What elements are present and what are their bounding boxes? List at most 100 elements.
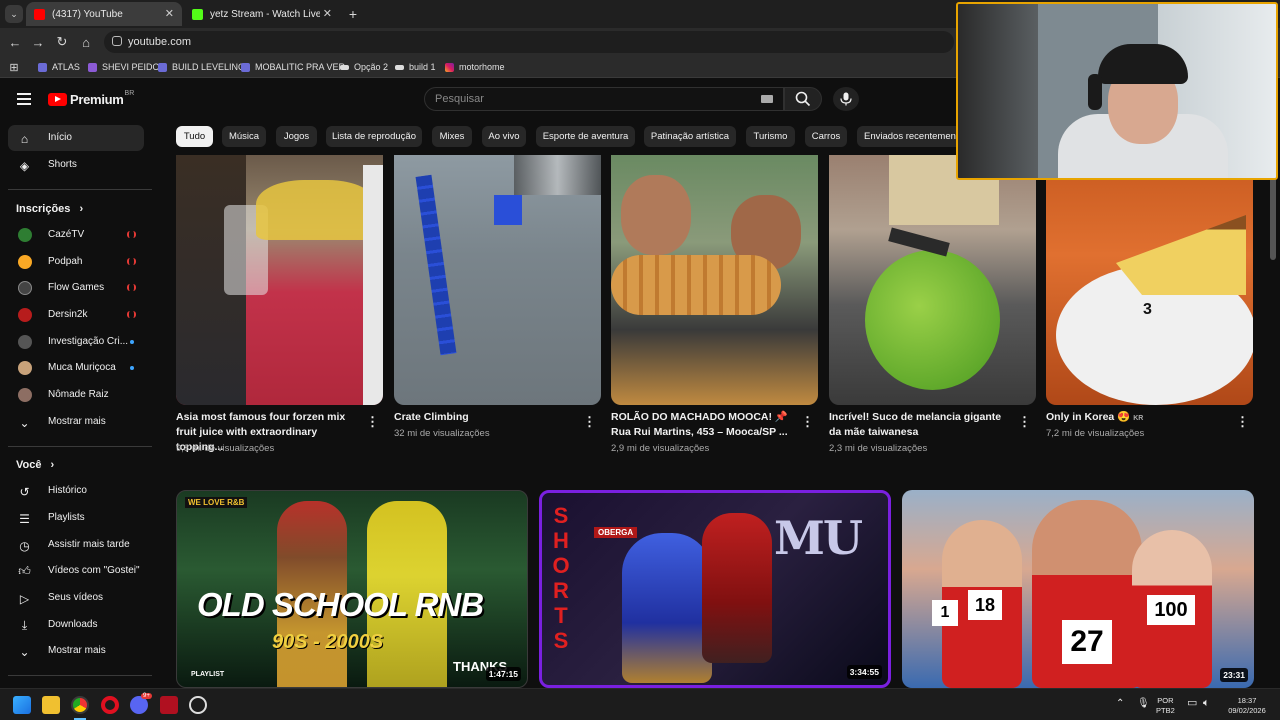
- search-input[interactable]: Pesquisar: [424, 87, 784, 111]
- chrome-icon[interactable]: [71, 696, 89, 714]
- sidebar-item-watch-later[interactable]: ◷ Assistir mais tarde: [8, 532, 144, 558]
- download-icon: ⤓: [21, 618, 28, 632]
- bookmark-mobalitic[interactable]: MOBALITIC PRA VER: [241, 59, 345, 75]
- thumbnail-lemons: [256, 180, 376, 240]
- more-options-icon[interactable]: ⋮: [801, 414, 814, 430]
- close-tab-icon[interactable]: ✕: [165, 7, 174, 20]
- close-tab-icon[interactable]: ✕: [323, 7, 332, 20]
- bookmark-shevi-peido[interactable]: SHEVI PEIDO: [88, 59, 160, 75]
- menu-icon[interactable]: [17, 93, 31, 105]
- short-thumbnail-4[interactable]: [829, 155, 1036, 405]
- tab-youtube[interactable]: (4317) YouTube ✕: [26, 2, 182, 26]
- bookmark-opcao-2[interactable]: Opção 2: [340, 59, 388, 75]
- sidebar-item-your-videos[interactable]: ▷ Seus vídeos: [8, 585, 144, 611]
- chip-patinacao-artistica[interactable]: Patinação artística: [644, 126, 736, 147]
- chip-esporte-aventura[interactable]: Esporte de aventura: [536, 126, 635, 147]
- url-field[interactable]: youtube.com: [104, 31, 954, 53]
- chevron-down-icon: ⌄: [19, 415, 30, 430]
- show-more-subscriptions[interactable]: ⌄ Mostrar mais: [8, 409, 144, 435]
- back-icon[interactable]: ←: [7, 34, 23, 50]
- subscriptions-heading[interactable]: Inscrições ›: [16, 203, 83, 215]
- bookmark-car-icon: [340, 64, 349, 70]
- bookmark-shield-icon: [38, 62, 47, 72]
- more-options-icon[interactable]: ⋮: [366, 414, 379, 430]
- chip-tudo[interactable]: Tudo: [176, 126, 213, 147]
- chip-turismo[interactable]: Turismo: [746, 126, 795, 147]
- you-heading[interactable]: Você ›: [16, 459, 54, 471]
- video-thumbnail-3[interactable]: 1 18 27 100 23:31: [902, 490, 1254, 688]
- tab-title: (4317) YouTube: [52, 8, 123, 20]
- site-info-icon[interactable]: [112, 36, 122, 46]
- apps-grid-icon[interactable]: ⊞: [6, 59, 22, 75]
- volume-icon[interactable]: 🔈︎: [1203, 698, 1210, 709]
- tray-chevron-icon[interactable]: ⌃: [1116, 699, 1124, 709]
- sidebar-item-history[interactable]: ↺ Histórico: [8, 478, 144, 504]
- search-button[interactable]: [784, 87, 822, 111]
- sidebar-item-playlists[interactable]: ☰ Playlists: [8, 505, 144, 531]
- thumbnail-crowd: [514, 155, 601, 195]
- sidebar-item-downloads[interactable]: ⤓ Downloads: [8, 612, 144, 638]
- video-thumbnail-1[interactable]: WE LOVE R&B OLD SCHOOL RNB 90S - 2000S P…: [176, 490, 528, 688]
- short-title[interactable]: Incrível! Suco de melancia gigante da mã…: [829, 410, 1011, 440]
- your-videos-icon: ▷: [19, 591, 30, 606]
- short-title[interactable]: Only in Korea 😍 KR: [1046, 410, 1186, 426]
- bookmark-build-leveling[interactable]: BUILD LEVELING: [158, 59, 245, 75]
- chip-jogos[interactable]: Jogos: [276, 126, 317, 147]
- subscription-cazetv[interactable]: CazéTV: [8, 222, 144, 248]
- tab-kick[interactable]: yetz Stream - Watch Live on Ki ✕: [184, 2, 340, 26]
- short-thumbnail-1[interactable]: [176, 155, 383, 405]
- clock[interactable]: 18:37 09/02/2026: [1224, 696, 1270, 716]
- sidebar-item-label: Início: [48, 132, 72, 143]
- short-thumbnail-3[interactable]: [611, 155, 818, 405]
- subscription-muca-muricoca[interactable]: Muca Muriçoca: [8, 355, 144, 381]
- thumbnail-knight-blue: [622, 533, 712, 683]
- thumbnail-bib: 18: [968, 590, 1002, 620]
- subscription-podpah[interactable]: Podpah: [8, 249, 144, 275]
- tab-list-icon[interactable]: ⌄: [5, 5, 23, 23]
- more-options-icon[interactable]: ⋮: [1236, 414, 1249, 430]
- subscription-investigacao[interactable]: Investigação Cri...: [8, 329, 144, 355]
- reload-icon[interactable]: ↻: [54, 34, 70, 50]
- forward-icon[interactable]: →: [30, 34, 46, 50]
- new-tab-button[interactable]: +: [345, 6, 361, 22]
- sidebar-item-shorts[interactable]: ◈ Shorts: [8, 152, 144, 178]
- settings-app-icon[interactable]: [189, 696, 207, 714]
- short-thumbnail-5[interactable]: 3: [1046, 155, 1253, 405]
- more-options-icon[interactable]: ⋮: [583, 414, 596, 430]
- home-icon[interactable]: ⌂: [78, 34, 94, 50]
- network-icon[interactable]: ▭: [1187, 698, 1197, 709]
- home-icon: ⌂: [20, 131, 29, 146]
- file-explorer-icon[interactable]: [42, 696, 60, 714]
- voice-search-button[interactable]: [833, 87, 859, 111]
- more-options-icon[interactable]: ⋮: [1018, 414, 1031, 430]
- chip-mixes[interactable]: Mixes: [432, 126, 472, 147]
- chip-carros[interactable]: Carros: [805, 126, 847, 147]
- youtube-premium-logo[interactable]: Premium BR: [48, 90, 134, 107]
- short-views: 32 mi de visualizações: [394, 428, 490, 439]
- media-app-icon[interactable]: [160, 696, 178, 714]
- keyboard-icon[interactable]: [761, 95, 773, 103]
- subscription-nomade-raiz[interactable]: Nômade Raiz: [8, 382, 144, 408]
- opera-icon[interactable]: [101, 696, 119, 714]
- chip-ao-vivo[interactable]: Ao vivo: [482, 126, 526, 147]
- short-thumbnail-2[interactable]: [394, 155, 601, 405]
- sidebar-divider: [8, 675, 152, 676]
- subscription-flow-games[interactable]: Flow Games: [8, 275, 144, 301]
- short-title[interactable]: ROLÃO DO MACHADO MOOCA! 📌 Rua Rui Martin…: [611, 410, 793, 440]
- sidebar-item-liked-videos[interactable]: 👍︎ Vídeos com "Gostei": [8, 558, 144, 584]
- show-more-you[interactable]: ⌄ Mostrar mais: [8, 638, 144, 664]
- sidebar-item-home[interactable]: ⌂ Início: [8, 125, 144, 151]
- subscription-dersin2k[interactable]: Dersin2k: [8, 302, 144, 328]
- chip-musica[interactable]: Música: [222, 126, 266, 147]
- chip-lista-reproducao[interactable]: Lista de reprodução: [326, 126, 422, 147]
- windows-start-icon[interactable]: [13, 696, 31, 714]
- short-title[interactable]: Crate Climbing: [394, 410, 576, 425]
- language-indicator[interactable]: POR PTB2: [1156, 696, 1175, 716]
- video-thumbnail-2[interactable]: SHORTS OBERGA MU 3:34:55: [539, 490, 891, 688]
- bookmark-motorhome[interactable]: motorhome: [445, 59, 505, 75]
- microphone-tray-icon[interactable]: 🎙︎: [1137, 699, 1150, 709]
- search-icon: [795, 91, 811, 107]
- bookmark-atlas[interactable]: ATLAS: [38, 59, 80, 75]
- chip-enviados-recentemente[interactable]: Enviados recentemente: [857, 126, 967, 147]
- bookmark-build-1[interactable]: build 1: [395, 59, 436, 75]
